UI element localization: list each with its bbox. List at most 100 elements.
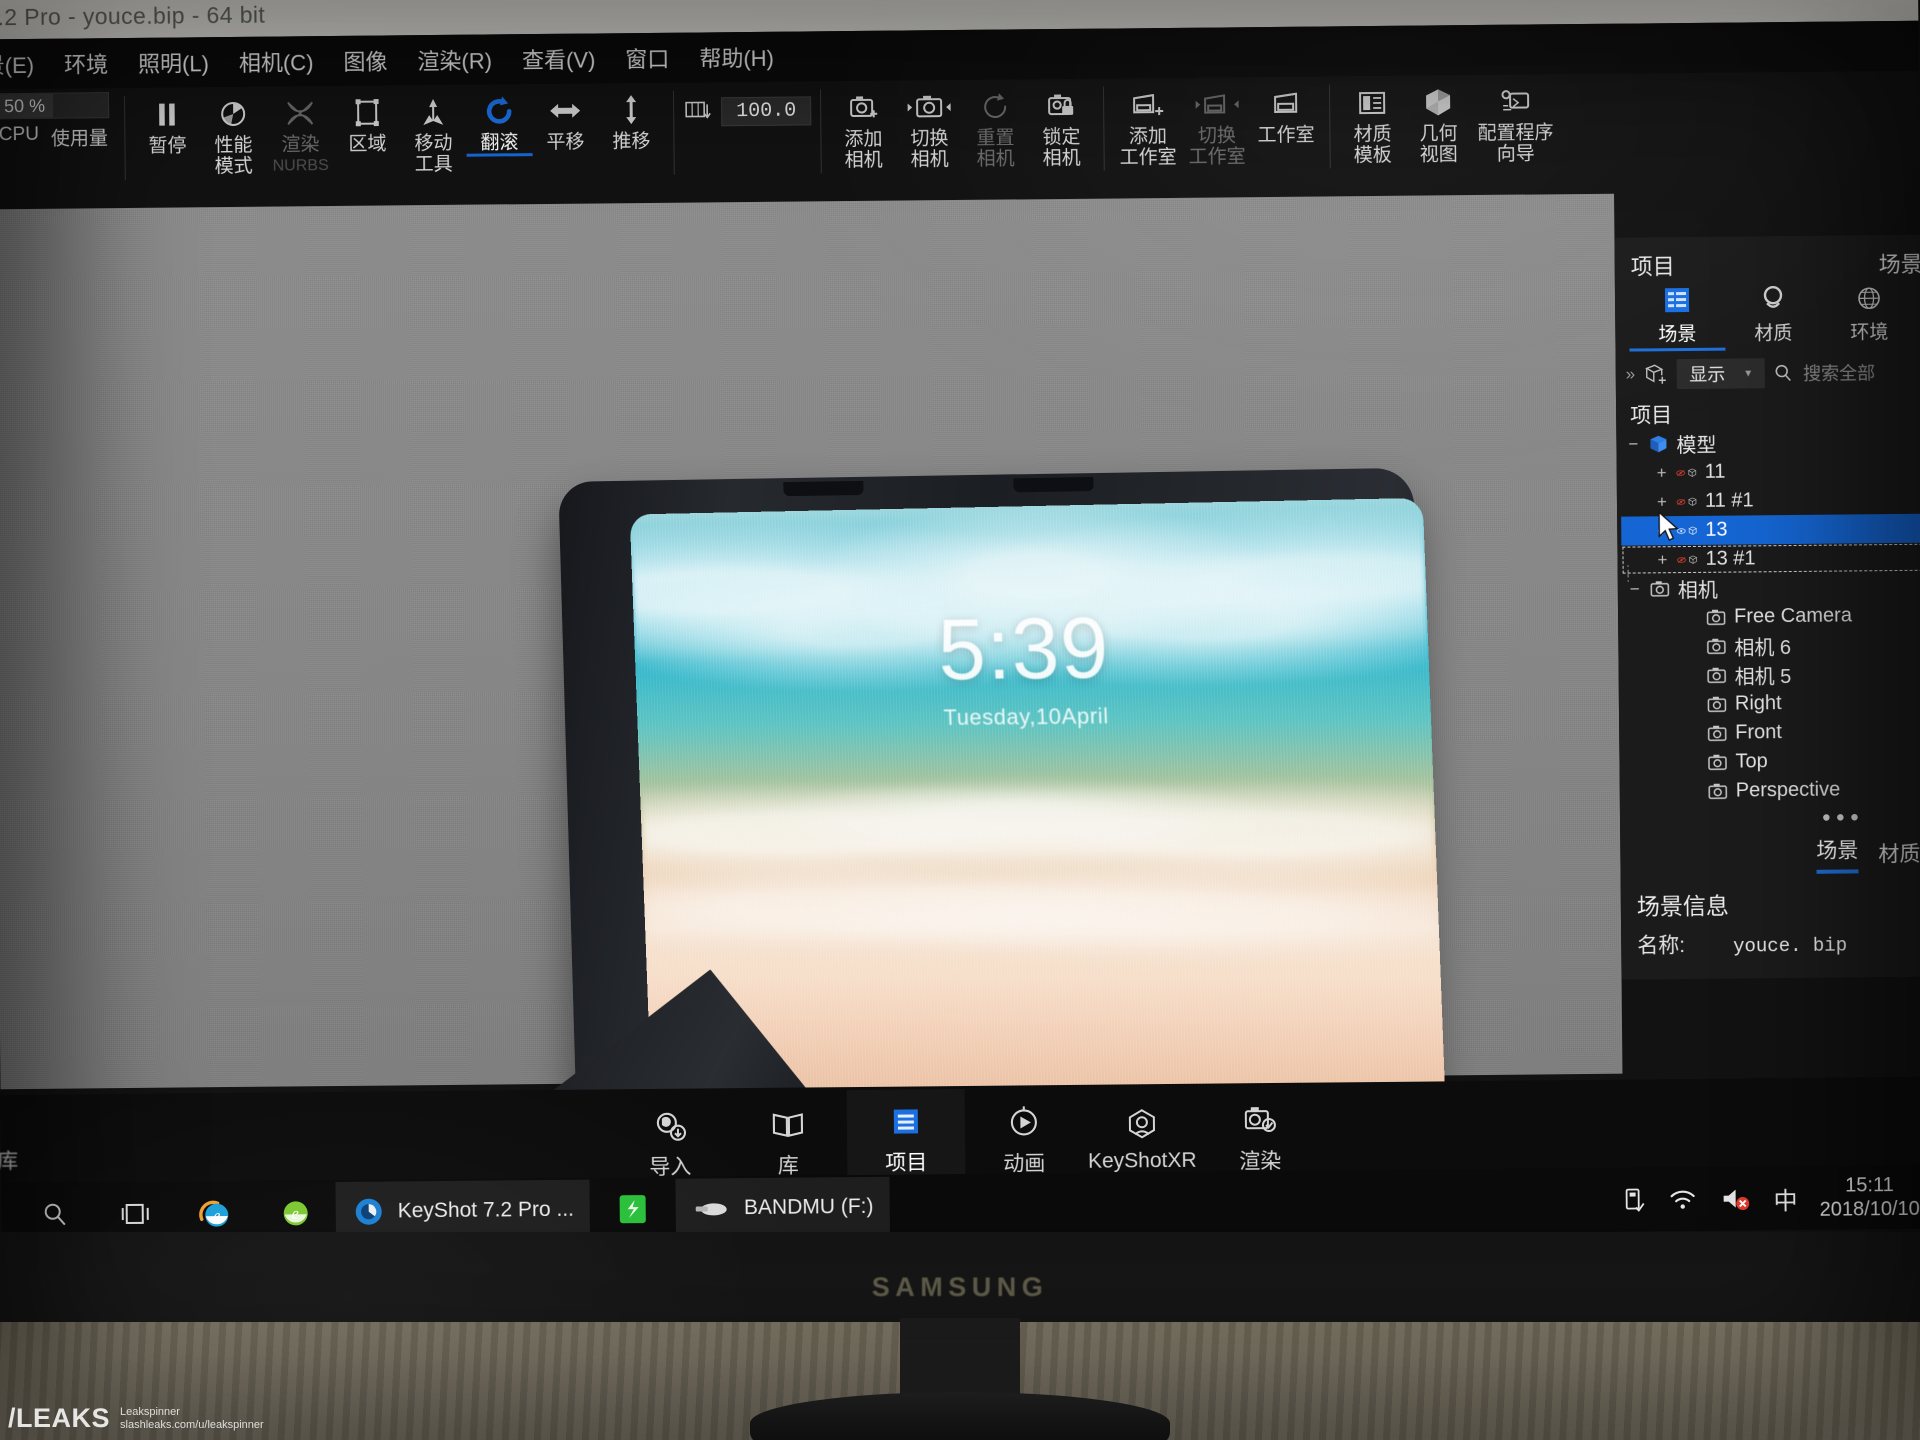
tray-usb-eject-icon[interactable] [1621,1185,1645,1213]
toolbar-camera-group: 添加 相机 切换 相机 重置 相机 锁定 相机 [830,79,1095,172]
region-button[interactable]: 区域 [334,85,401,155]
dock-overflow-label: 库 [0,1150,19,1174]
taskbar-taskview-icon[interactable] [95,1182,176,1232]
pan-button[interactable]: 平移 [532,83,599,153]
scene-info-heading: 场景信息 [1636,892,1729,920]
tree-expander[interactable]: + [1655,463,1669,483]
menu-view[interactable]: 查看(V) [522,42,596,75]
toolbar-separator [1329,84,1331,169]
toolbar-right-group: 材质 模板 几何 视图 配置程序 向导 [1339,74,1560,166]
cpu-usage-widget[interactable]: 50 % CPU 使用量 [0,88,116,151]
material-template-button[interactable]: 材质 模板 [1339,76,1406,167]
search-input[interactable]: 搜索全部 [1803,359,1875,386]
switch-camera-button[interactable]: 切换 相机 [896,80,963,171]
fov-icon [683,90,713,132]
tree-node-top[interactable]: Top [1623,746,1920,778]
toolbar-separator [672,90,675,175]
tumble-icon [481,90,517,132]
reset-camera-button[interactable]: 重置 相机 [962,79,1029,170]
chevron-double-right-icon[interactable]: » [1626,365,1636,385]
dock-keyshotxr-label: KeyShotXR [1087,1148,1197,1173]
keyshot-icon [352,1195,386,1229]
tray-wifi-icon[interactable] [1667,1186,1697,1212]
ipad-cover-hinge [1013,477,1094,493]
taskbar-clock[interactable]: 15:11 2018/10/10 [1819,1173,1920,1222]
dolly-button[interactable]: 推移 [598,83,665,153]
menu-camera[interactable]: 相机(C) [239,45,314,78]
add-model-icon[interactable] [1643,363,1669,385]
taskbar-keyshot-button[interactable]: KeyShot 7.2 Pro ... [335,1179,591,1232]
taskbar-search-icon[interactable] [15,1182,96,1232]
add-camera-button[interactable]: 添加 相机 [830,81,897,172]
tree-node-camera-6[interactable]: 相机 6 [1622,630,1920,662]
switch-studio-button[interactable]: 切换 工作室 [1182,77,1252,168]
pause-button[interactable]: 暂停 [134,87,201,157]
taskbar-bandmu-button[interactable]: BANDMU (F:) [675,1176,890,1232]
tab-material[interactable]: 材质 [1725,284,1822,351]
taskbar-ie-icon[interactable]: e [175,1181,256,1232]
tab-scene[interactable]: 场景 [1628,284,1726,352]
clock-time: 15:11 [1845,1174,1894,1197]
tree-expander[interactable]: + [1655,492,1669,512]
tree-node-11[interactable]: +11 [1621,456,1920,488]
tree-node-camera-5[interactable]: 相机 5 [1623,659,1920,691]
tree-expander[interactable]: + [1655,550,1669,570]
move-tool-button[interactable]: 移动 工具 [400,85,467,176]
render-icon [1242,1101,1278,1139]
tree-node-13-1[interactable]: +13 #1 [1621,543,1920,575]
tab-material-label: 材质 [1754,322,1793,345]
monitor-stand-neck [900,1318,1020,1396]
geometry-view-button[interactable]: 几何 视图 [1405,75,1472,166]
geometry-view-icon [1421,81,1455,123]
tree-node-right-label: Right [1734,692,1782,715]
add-studio-button[interactable]: 添加 工作室 [1113,78,1183,169]
tree-node-perspective[interactable]: Perspective [1624,775,1920,807]
tree-expander[interactable]: − [1626,434,1640,454]
configurator-wizard-button[interactable]: 配置程序 向导 [1471,74,1560,165]
studio-button[interactable]: 工作室 [1251,77,1321,147]
tree-node-front[interactable]: Front [1623,717,1920,749]
tree-node-13[interactable]: +13 [1621,510,1920,546]
part-icon-red [1676,491,1698,511]
tray-volume-muted-icon[interactable] [1719,1184,1751,1212]
menu-image[interactable]: 图像 [343,44,387,76]
toolbar-studio-group: 添加 工作室 切换 工作室 工作室 [1113,77,1321,169]
tree-node-13-1-label: 13 #1 [1705,547,1756,570]
menu-edit[interactable]: 景(E) [0,48,34,80]
lock-camera-button[interactable]: 锁定 相机 [1028,79,1095,170]
camera-icon [1706,694,1728,714]
cpu-usage-meter[interactable]: 50 % [0,92,110,120]
render-nurbs-button[interactable]: 渲染 NURBS [266,86,335,177]
tree-node-right[interactable]: Right [1623,688,1920,720]
tree-node-cameras[interactable]: − 相机 [1622,572,1920,604]
tumble-button[interactable]: 翻滚 [465,84,533,157]
tree-node-models[interactable]: − 模型 [1620,427,1920,459]
menu-help[interactable]: 帮助(H) [699,41,774,74]
ipad-cover-hinge [783,480,864,497]
watermark-logo: /LEAKS [8,1403,111,1433]
tray-ime-icon[interactable]: 中 [1773,1180,1797,1215]
menu-window[interactable]: 窗口 [625,42,669,74]
taskbar-green-app[interactable] [600,1179,667,1232]
footer-tab-scene[interactable]: 场景 [1816,834,1859,874]
scene-info-name-row: 名称: youce. bip [1637,928,1847,960]
menu-environment[interactable]: 环境 [64,47,108,79]
cpu-usage-label: 使用量 [50,128,109,150]
toolbar-separator [124,95,126,180]
field-of-view-widget[interactable]: 100.0 [683,81,812,132]
search-icon[interactable] [1773,363,1795,383]
tab-environment[interactable]: 环境 [1821,283,1918,350]
footer-tab-material[interactable]: 材质 [1878,838,1920,873]
fov-value[interactable]: 100.0 [721,95,812,126]
panel-drag-dots[interactable]: ●●● [1822,808,1864,825]
taskbar-green-browser-icon[interactable]: e [255,1180,336,1232]
reset-camera-button-label: 重置 相机 [976,127,1015,170]
tree-node-free-camera[interactable]: Free Camera [1622,601,1920,633]
display-filter-dropdown[interactable]: 显示 ▼ [1677,358,1766,390]
render-viewport[interactable]: 5:39 Tuesday,10April [0,193,1623,1173]
tree-expander[interactable]: − [1628,579,1642,599]
menu-lighting[interactable]: 照明(L) [138,46,209,79]
watermark-line2: slashleaks.com/u/leakspinner [120,1418,264,1431]
performance-mode-button[interactable]: 性能 模式 [200,87,267,178]
menu-render[interactable]: 渲染(R) [417,43,492,76]
